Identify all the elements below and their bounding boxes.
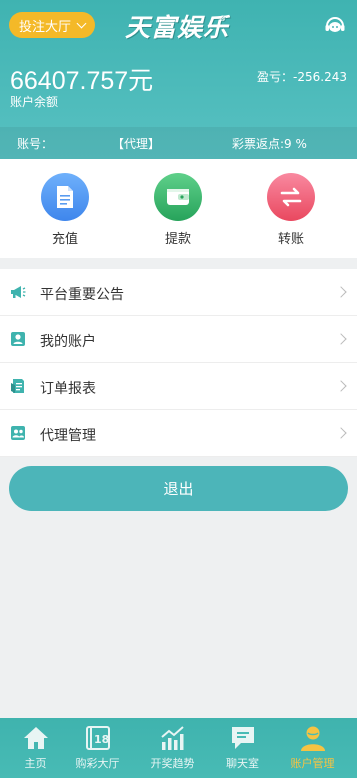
account-info-bar: 账号： 【代理】 彩票返点:9 % xyxy=(0,127,357,159)
deposit-label: 充值 xyxy=(51,232,78,247)
chat-icon xyxy=(231,727,254,749)
withdraw-label: 提款 xyxy=(164,232,191,247)
customer-service-icon[interactable] xyxy=(324,14,346,36)
menu-item-my-account[interactable]: 我的账户 xyxy=(0,316,357,363)
wallet-icon xyxy=(154,173,202,221)
account-icon xyxy=(300,726,325,751)
transfer-button[interactable]: 转账 xyxy=(256,173,326,247)
deposit-button[interactable]: 充值 xyxy=(30,173,100,247)
user-card-icon xyxy=(11,332,25,346)
account-label: 账号： xyxy=(17,137,54,151)
quick-actions: 充值 提款 转账 xyxy=(0,159,357,258)
account-menu: 平台重要公告 我的账户 订单报表 代理管理 xyxy=(0,269,357,457)
tab-home[interactable]: 主页 xyxy=(0,724,71,771)
lottery-icon: 18 xyxy=(85,726,110,750)
chevron-right-icon xyxy=(335,286,347,298)
logout-button[interactable]: 退出 xyxy=(9,466,348,511)
menu-item-label: 订单报表 xyxy=(40,381,96,397)
role-badge: 【代理】 xyxy=(112,137,161,151)
chevron-right-icon xyxy=(335,333,347,345)
bet-hall-label: 投注大厅 xyxy=(18,19,71,35)
menu-item-label: 代理管理 xyxy=(40,428,96,444)
transfer-icon xyxy=(267,173,315,221)
tab-draw-trends[interactable]: 开奖趋势 xyxy=(137,724,208,771)
bet-hall-button[interactable]: 投注大厅 xyxy=(9,12,95,38)
svg-text:18: 18 xyxy=(94,733,109,746)
balance-amount: 66407.757元 xyxy=(10,67,154,95)
tab-label: 购彩大厅 xyxy=(75,757,120,770)
registered-mark: ® xyxy=(219,14,227,23)
document-icon xyxy=(41,173,89,221)
menu-item-agent-management[interactable]: 代理管理 xyxy=(0,410,357,457)
menu-item-announcements[interactable]: 平台重要公告 xyxy=(0,269,357,316)
home-icon xyxy=(23,727,48,749)
report-icon xyxy=(11,379,24,393)
tab-label: 聊天室 xyxy=(226,757,259,770)
tab-account-management[interactable]: 账户管理 xyxy=(277,724,348,771)
tab-label: 账户管理 xyxy=(290,757,335,770)
tab-label: 开奖趋势 xyxy=(150,757,195,770)
chevron-right-icon xyxy=(335,427,347,439)
menu-item-label: 平台重要公告 xyxy=(40,287,124,303)
bottom-tab-bar: 主页 18 购彩大厅 开奖趋势 聊天室 账户管理 xyxy=(0,718,357,778)
chevron-right-icon xyxy=(335,380,347,392)
profit-loss: 盈亏：-256.243 xyxy=(257,70,347,84)
withdraw-button[interactable]: 提款 xyxy=(143,173,213,247)
brand-logo: 天富娱乐 ® xyxy=(125,8,235,44)
agent-icon xyxy=(11,426,25,440)
balance-label: 账户余额 xyxy=(10,95,59,109)
megaphone-icon xyxy=(11,286,26,298)
tab-chat-room[interactable]: 聊天室 xyxy=(207,724,278,771)
chevron-down-icon xyxy=(76,18,87,28)
transfer-label: 转账 xyxy=(277,232,304,247)
tab-label: 主页 xyxy=(24,757,47,770)
tab-lottery-hall[interactable]: 18 购彩大厅 xyxy=(62,724,133,771)
top-bar: 投注大厅 天富娱乐 ® xyxy=(0,0,357,52)
menu-item-order-report[interactable]: 订单报表 xyxy=(0,363,357,410)
account-header: 投注大厅 天富娱乐 ® 66407.757元 账户余额 盈亏：-256.243 … xyxy=(0,0,357,159)
rebate-text: 彩票返点:9 % xyxy=(232,137,307,151)
trend-icon xyxy=(160,726,184,750)
logo-text: 天富娱乐 xyxy=(125,13,230,42)
menu-item-label: 我的账户 xyxy=(40,334,96,350)
